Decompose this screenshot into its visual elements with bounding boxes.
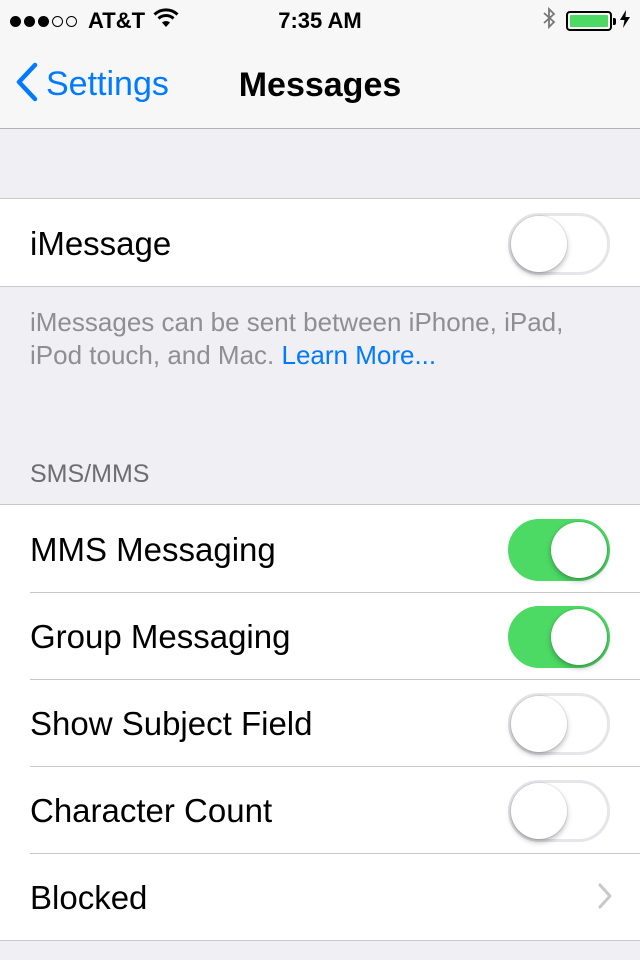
settings-row: Show Subject Field [0,679,640,766]
imessage-footer-note: iMessages can be sent between iPhone, iP… [30,306,610,372]
mms-messaging-label: MMS Messaging [30,531,276,568]
blocked-row[interactable]: Blocked [0,853,640,940]
character-count-label: Character Count [30,792,273,829]
character-count-toggle[interactable] [508,780,610,842]
chevron-right-icon [598,883,612,914]
imessage-group: iMessage [0,198,640,287]
navigation-bar: Settings Messages [0,40,640,129]
mms-messaging-toggle[interactable] [508,519,610,581]
show-subject-field-label: Show Subject Field [30,705,313,742]
charging-icon [620,8,630,34]
imessage-toggle[interactable] [508,213,610,275]
group-messaging-toggle[interactable] [508,606,610,668]
toggle-knob [551,522,607,578]
bluetooth-icon [542,6,556,36]
group-messaging-label: Group Messaging [30,618,291,655]
sms-section-header: SMS/MMS [30,460,150,488]
settings-row: Character Count [0,766,640,853]
imessage-row: iMessage [0,199,640,286]
imessage-label: iMessage [30,225,172,262]
battery-icon [566,11,616,31]
show-subject-field-toggle[interactable] [508,693,610,755]
sms-mms-group: MMS Messaging Group Messaging Show Subje… [0,504,640,941]
battery-fill [570,15,608,27]
toggle-knob [511,696,567,752]
settings-row: Group Messaging [0,592,640,679]
toggle-knob [511,783,567,839]
page-title: Messages [238,66,402,104]
toggle-knob [511,216,567,272]
settings-row: MMS Messaging [0,505,640,592]
learn-more-link[interactable]: Learn More... [282,340,437,370]
status-bar-right [542,6,630,36]
toggle-knob [551,609,607,665]
blocked-label: Blocked [30,879,148,916]
status-bar: AT&T 7:35 AM [0,0,640,40]
